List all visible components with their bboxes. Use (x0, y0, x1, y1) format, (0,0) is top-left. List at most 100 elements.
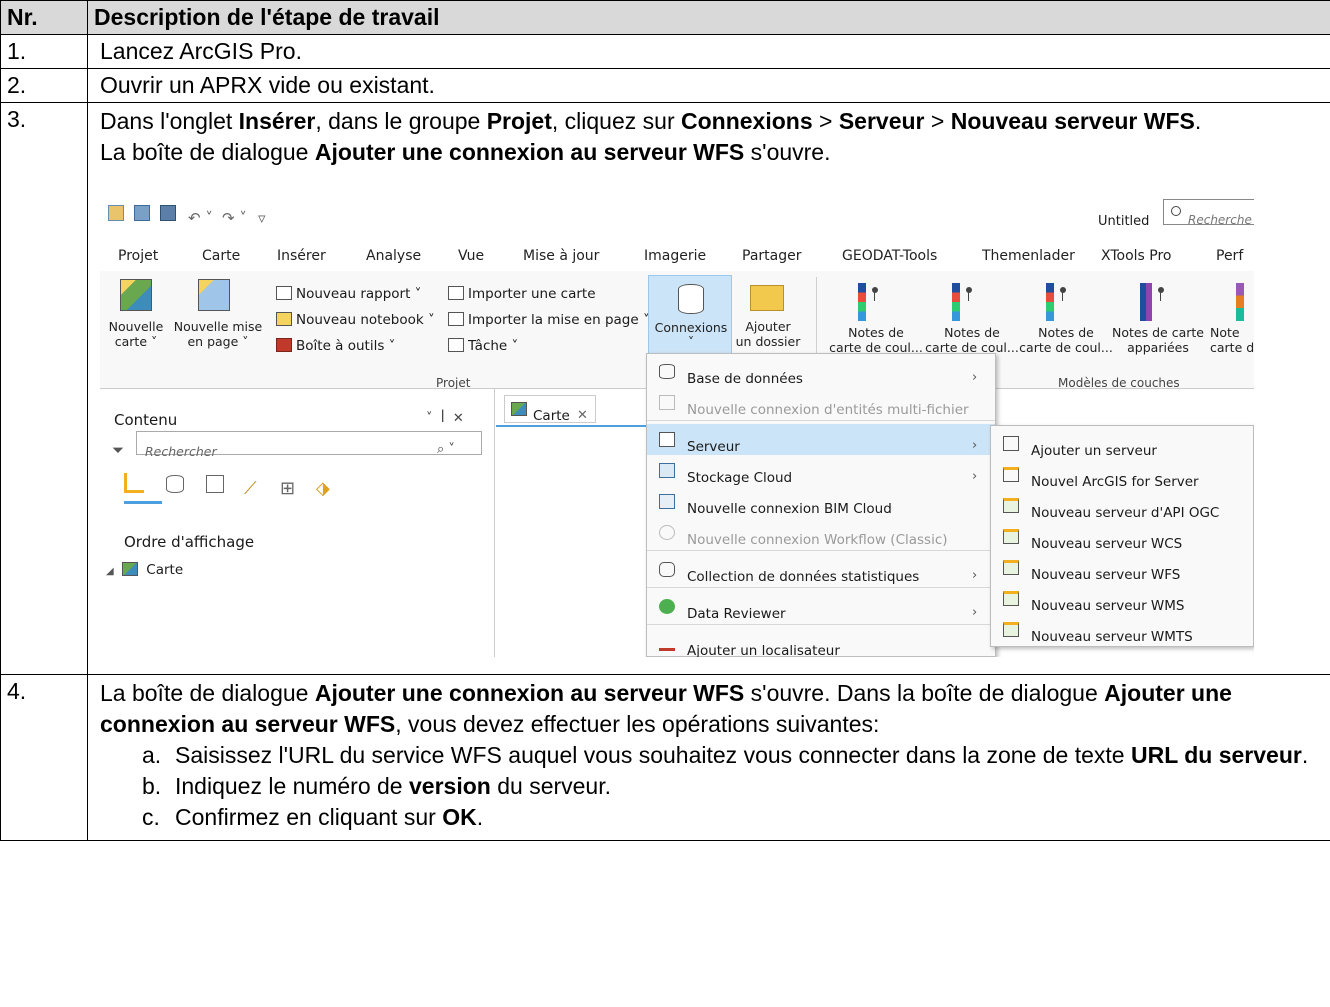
submenu-item-add-server[interactable]: Ajouter un serveur (991, 428, 1253, 459)
header-nr: Nr. (0, 0, 88, 35)
new-project-icon[interactable] (108, 205, 124, 221)
multifile-icon (659, 395, 675, 410)
pin-icon (1158, 287, 1164, 293)
submenu-item-ogc-api[interactable]: Nouveau serveur d'API OGC (991, 490, 1253, 521)
task-icon (448, 338, 464, 352)
pane-controls[interactable]: ˅ ꟾ ✕ (426, 403, 464, 434)
locator-icon (659, 636, 675, 651)
tab-partager[interactable]: Partager (742, 241, 801, 272)
divider (647, 624, 995, 625)
server-icon (659, 432, 675, 447)
redo-icon[interactable]: ↷ ˅ (222, 203, 247, 234)
step-text: La boîte de dialogue Ajouter une connexi… (87, 674, 1330, 841)
tab-projet[interactable]: Projet (118, 241, 158, 272)
add-folder-button[interactable]: Ajouter un dossier (732, 319, 804, 349)
menu-item-server[interactable]: Serveur › (647, 424, 995, 455)
ribbon-tabs: Projet Carte Insérer Analyse Vue Mise à … (100, 231, 1254, 277)
contents-search-input[interactable]: Rechercher ⌕ ˅ (136, 431, 482, 459)
divider (647, 550, 995, 551)
folder-icon (750, 285, 784, 311)
quick-access-toolbar: ↶ ˅ ↷ ˅ ▿ Untitled Recherche (100, 195, 1254, 231)
active-view-underline (124, 501, 162, 504)
tab-imagerie[interactable]: Imagerie (644, 241, 706, 272)
connections-button[interactable]: Connexions ˅ (648, 275, 732, 363)
task-button[interactable]: Tâche ˅ (448, 331, 518, 362)
submenu-item-arcgis-server[interactable]: Nouvel ArcGIS for Server (991, 459, 1253, 490)
arcgis-screenshot: ↶ ˅ ↷ ˅ ▿ Untitled Recherche Projet Cart… (100, 195, 1254, 657)
bim-cloud-icon (659, 494, 675, 509)
tab-analyse[interactable]: Analyse (366, 241, 421, 272)
tab-perf[interactable]: Perf (1216, 241, 1243, 272)
menu-item-add-locator[interactable]: Ajouter un localisateur (647, 628, 995, 657)
table-row: 4. La boîte de dialogue Ajouter une conn… (0, 674, 1330, 841)
map-icon (511, 402, 527, 416)
step-number: 1. (0, 34, 88, 69)
header-description: Description de l'étape de travail (87, 0, 1330, 35)
submenu-item-wms[interactable]: Nouveau serveur WMS (991, 583, 1253, 614)
menu-item-statistical-data[interactable]: Collection de données statistiques › (647, 554, 995, 585)
steps-table: Nr. Description de l'étape de travail 1.… (0, 0, 1330, 841)
toolbox-button[interactable]: Boîte à outils ˅ (276, 331, 395, 362)
submenu-item-wfs[interactable]: Nouveau serveur WFS (991, 552, 1253, 583)
contents-pane: Contenu ˅ ꟾ ✕ ⏷ Rechercher ⌕ ˅ ⟋ ⊞ ⬗ Ord… (100, 389, 495, 657)
save-project-icon[interactable] (160, 205, 176, 221)
divider (647, 420, 995, 421)
tab-xtools-pro[interactable]: XTools Pro (1101, 241, 1172, 272)
submenu-item-wmts[interactable]: Nouveau serveur WMTS (991, 614, 1253, 645)
document: Nr. Description de l'étape de travail 1.… (0, 0, 1330, 841)
step-number: 3. (0, 102, 88, 675)
menu-item-bim-cloud[interactable]: Nouvelle connexion BIM Cloud (647, 486, 995, 517)
layer-template-3[interactable]: Notes de carte de coul... (1018, 325, 1114, 355)
layer-template-1[interactable]: Notes de carte de coul... (824, 325, 928, 355)
report-icon (276, 286, 292, 300)
pin-icon (1060, 287, 1066, 293)
table-row: 3. Dans l'onglet Insérer, dans le groupe… (0, 102, 1330, 675)
open-project-icon[interactable] (134, 205, 150, 221)
database-icon (659, 364, 675, 379)
undo-icon[interactable]: ↶ ˅ (188, 203, 213, 234)
colormap-icon (858, 283, 866, 321)
tab-themenlader[interactable]: Themenlader (982, 241, 1075, 272)
wfs-server-icon (1003, 560, 1019, 575)
step-text: Ouvrir un APRX vide ou existant. (87, 68, 1330, 103)
list-item: c. Confirmez en cliquant sur OK. (142, 804, 484, 830)
drawing-order-icon[interactable] (124, 473, 144, 493)
step-text: Dans l'onglet Insérer, dans le groupe Pr… (87, 102, 1330, 675)
tab-carte-view[interactable]: Carte ✕ (504, 395, 596, 424)
import-map-icon (448, 286, 464, 300)
tab-mise-a-jour[interactable]: Mise à jour (523, 241, 599, 272)
import-layout-icon (448, 312, 464, 326)
list-item: a. Saisissez l'URL du service WFS auquel … (142, 742, 1309, 768)
tree-item-map[interactable]: ◢ Carte (106, 555, 183, 587)
menu-item-database[interactable]: Base de données › (647, 356, 995, 387)
colormap-icon (1046, 283, 1054, 321)
layer-template-4[interactable]: Notes de carte appariées (1106, 325, 1210, 355)
divider (647, 587, 995, 588)
menu-item-data-reviewer[interactable]: Data Reviewer › (647, 591, 995, 622)
expand-icon[interactable]: ◢ (106, 566, 114, 577)
step-number: 4. (0, 674, 88, 841)
selection-icon[interactable] (206, 475, 224, 493)
table-row: 2. Ouvrir un APRX vide ou existant. (0, 68, 1330, 103)
customize-icon[interactable]: ▿ (258, 203, 266, 234)
tab-carte[interactable]: Carte (202, 241, 240, 272)
layer-template-5[interactable]: Note carte d (1210, 325, 1254, 355)
new-layout-button[interactable]: Nouvelle mise en page ˅ (170, 319, 266, 349)
submenu-item-wcs[interactable]: Nouveau serveur WCS (991, 521, 1253, 552)
labeling-icon[interactable]: ⬗ (316, 473, 330, 504)
step-number: 2. (0, 68, 88, 103)
colormap-icon (952, 283, 960, 321)
layer-template-2[interactable]: Notes de carte de coul... (924, 325, 1020, 355)
tab-geodat-tools[interactable]: GEODAT-Tools (842, 241, 937, 272)
source-icon[interactable] (166, 475, 184, 493)
menu-item-cloud-storage[interactable]: Stockage Cloud › (647, 455, 995, 486)
edit-icon[interactable]: ⟋ (244, 473, 257, 504)
command-search[interactable]: Recherche (1163, 199, 1254, 227)
wmts-server-icon (1003, 622, 1019, 637)
search-icon: ⌕ ˅ (437, 442, 455, 457)
new-map-button[interactable]: Nouvelle carte ˅ (100, 319, 172, 349)
tab-vue[interactable]: Vue (458, 241, 484, 272)
filter-icon[interactable]: ⏷ (112, 435, 124, 466)
snapping-icon[interactable]: ⊞ (280, 473, 295, 504)
server-icon (1003, 436, 1019, 451)
